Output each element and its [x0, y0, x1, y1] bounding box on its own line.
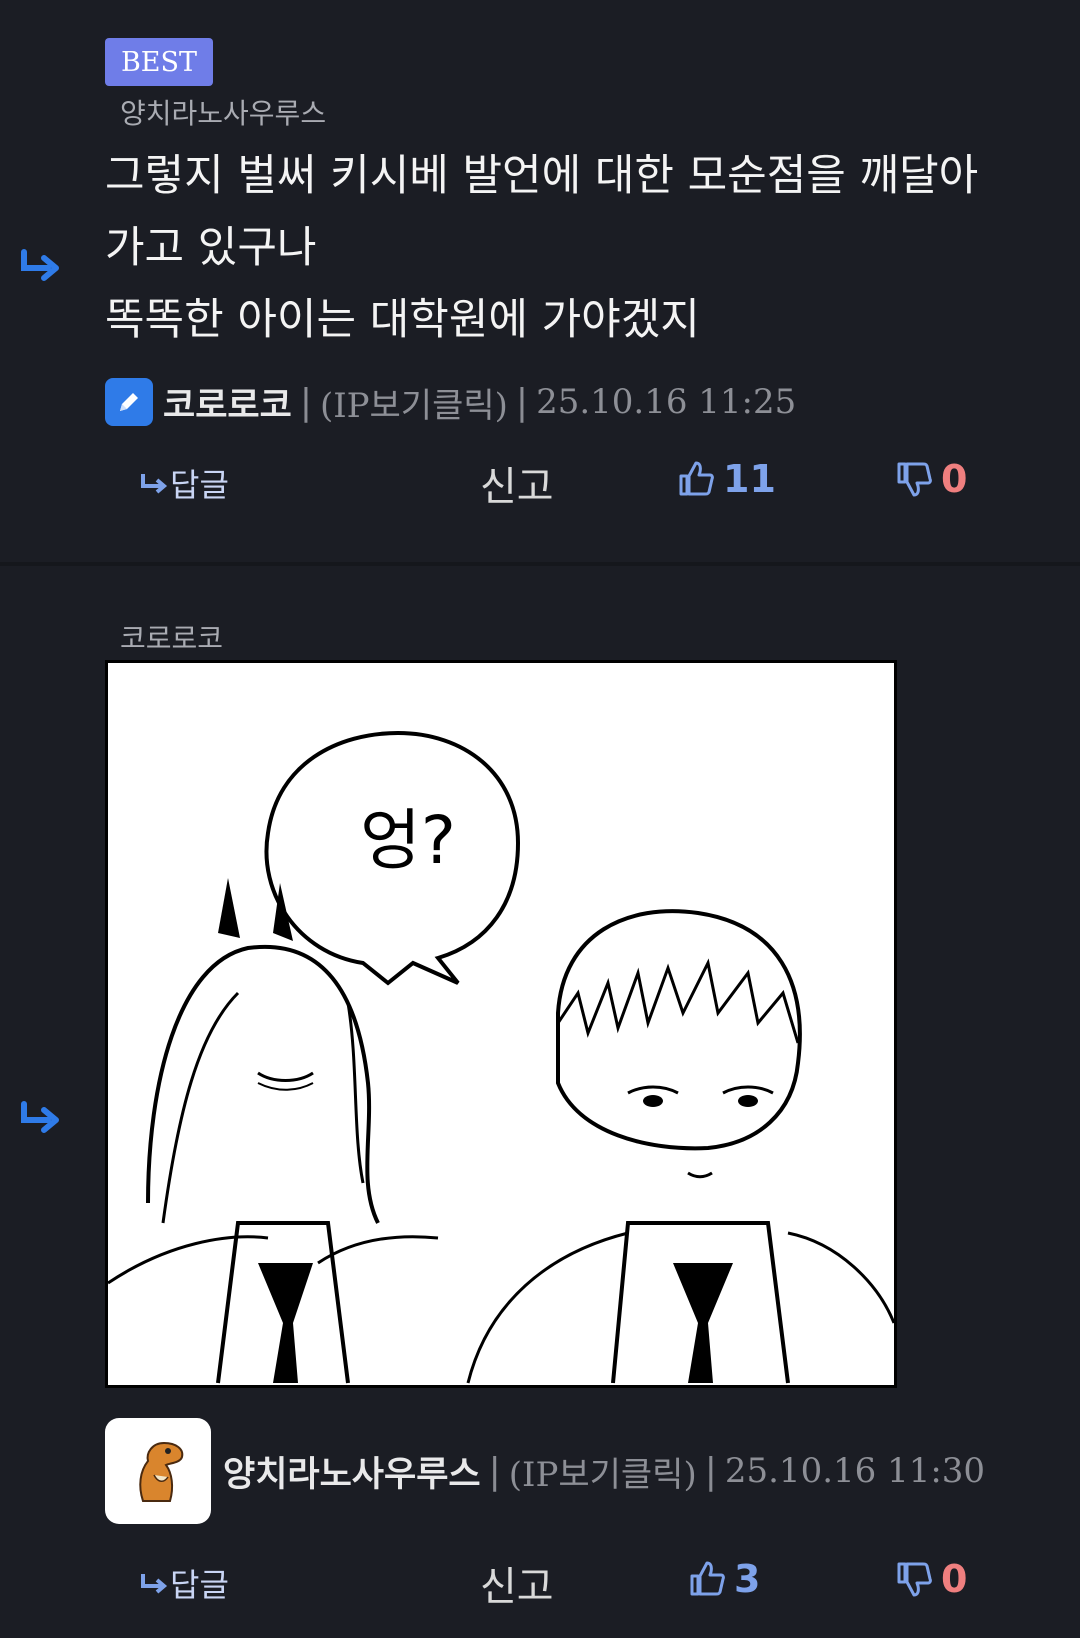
reply-button[interactable]: 답글 [140, 1560, 229, 1606]
best-badge: BEST [105, 38, 213, 86]
reply-arrow-icon [21, 1101, 59, 1133]
parent-author[interactable]: 양치라노사우루스 [120, 92, 326, 132]
thumbs-down-icon [897, 462, 932, 497]
thumbs-down-icon [897, 1562, 932, 1597]
reply-arrow-icon [21, 249, 59, 281]
ip-link[interactable]: (IP보기클릭) [320, 378, 508, 427]
comic-image[interactable]: 엉? [105, 660, 897, 1388]
reply-button[interactable]: 답글 [140, 460, 229, 506]
thumbs-up-icon [679, 461, 714, 496]
dinosaur-avatar-icon [124, 1437, 192, 1505]
speech-bubble-text: 엉? [360, 802, 456, 879]
separator: | [704, 1450, 717, 1492]
report-button[interactable]: 신고 [480, 454, 554, 512]
upvote-button[interactable]: 3 [688, 1557, 760, 1601]
reply-small-icon [141, 1574, 168, 1594]
separator: | [299, 381, 312, 423]
comment-best: BEST 양치라노사우루스 그렇지 벌써 키시베 발언에 대한 모순점을 깨달아… [0, 0, 1080, 562]
avatar[interactable] [105, 1418, 211, 1524]
thumbs-up-icon [690, 1561, 725, 1596]
downvote-button[interactable]: 0 [895, 1557, 967, 1601]
comment-actions: 답글 신고 3 0 [0, 1552, 1080, 1612]
separator: | [488, 1450, 501, 1492]
ip-link[interactable]: (IP보기클릭) [509, 1447, 697, 1496]
comment-body: 그렇지 벌써 키시베 발언에 대한 모순점을 깨달아 가고 있구나 똑똑한 아이… [105, 151, 979, 345]
comic-panel-illustration: 엉? [107, 730, 896, 1384]
comment-meta: 양치라노사우루스 | (IP보기클릭) | 25.10.16 11:30 [105, 1418, 985, 1524]
comment-author[interactable]: 코로로코 [163, 377, 292, 428]
report-button[interactable]: 신고 [480, 1554, 554, 1612]
comment-actions: 답글 신고 11 0 [0, 452, 1080, 512]
timestamp: 25.10.16 11:25 [536, 382, 797, 422]
parent-author[interactable]: 코로로코 [120, 617, 223, 657]
pencil-icon [105, 378, 153, 426]
reply-small-icon [141, 474, 168, 494]
timestamp: 25.10.16 11:30 [724, 1451, 986, 1491]
separator: | [515, 381, 529, 423]
downvote-button[interactable]: 0 [895, 457, 967, 501]
upvote-button[interactable]: 11 [677, 457, 776, 501]
comment-meta: 코로로코 | (IP보기클릭) | 25.10.16 11:25 [105, 377, 796, 427]
comment-author[interactable]: 양치라노사우루스 [223, 1446, 481, 1497]
